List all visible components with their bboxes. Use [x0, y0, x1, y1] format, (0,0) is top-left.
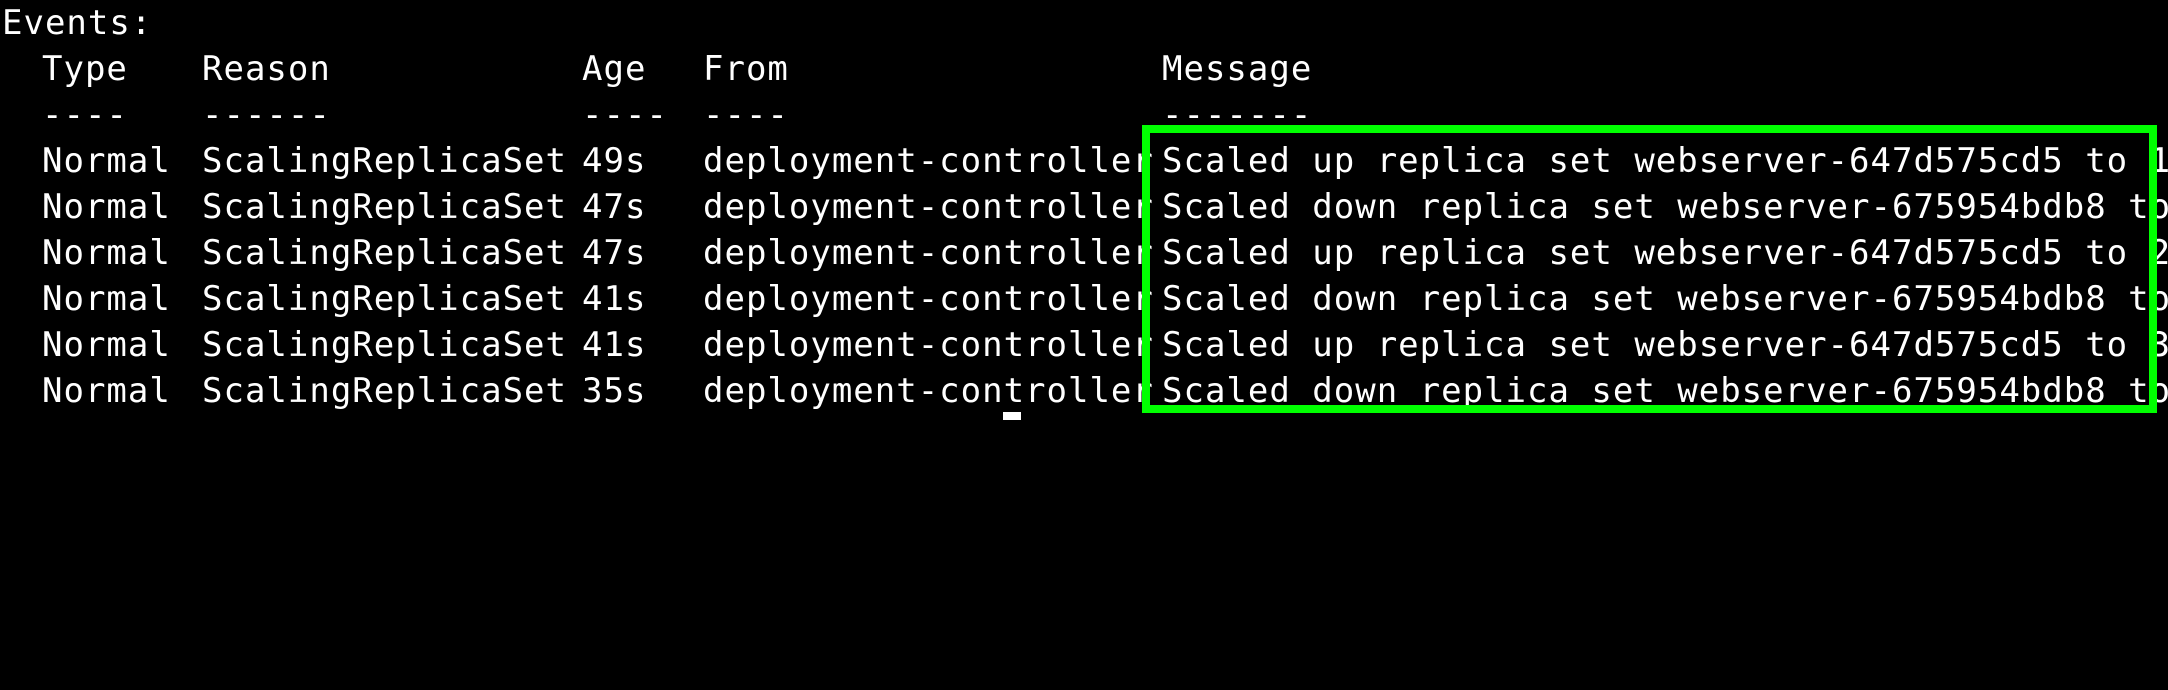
event-type: Normal: [42, 141, 171, 181]
event-type: Normal: [42, 325, 171, 365]
event-reason: ScalingReplicaSet: [202, 141, 567, 181]
event-message: Scaled down replica set webserver-675954…: [1162, 279, 2168, 319]
event-reason: ScalingReplicaSet: [202, 279, 567, 319]
events-label-line: Events:: [0, 0, 151, 46]
event-from: deployment-controller: [703, 233, 1154, 273]
event-from: deployment-controller: [703, 187, 1154, 227]
event-message: Scaled down replica set webserver-675954…: [1162, 187, 2168, 227]
event-age: 47s: [582, 187, 647, 227]
event-from: deployment-controller: [703, 371, 1154, 411]
event-age: 47s: [582, 233, 647, 273]
event-message: Scaled up replica set webserver-647d575c…: [1162, 233, 2168, 273]
table-row: Normal ScalingReplicaSet 49s deployment-…: [0, 138, 2168, 184]
event-message: Scaled down replica set webserver-675954…: [1162, 371, 2168, 411]
separator-age: ----: [582, 95, 668, 135]
event-type: Normal: [42, 371, 171, 411]
table-row: Normal ScalingReplicaSet 41s deployment-…: [0, 322, 2168, 368]
separator-reason: ------: [202, 95, 331, 135]
separator-type: ----: [42, 95, 128, 135]
event-age: 49s: [582, 141, 647, 181]
event-from: deployment-controller: [703, 325, 1154, 365]
event-message: Scaled up replica set webserver-647d575c…: [1162, 141, 2168, 181]
event-reason: ScalingReplicaSet: [202, 371, 567, 411]
header-message: Message: [1162, 49, 1313, 89]
table-separator-row: ---- ------ ---- ---- -------: [0, 92, 1311, 138]
header-from: From: [703, 49, 789, 89]
separator-from: ----: [703, 95, 789, 135]
event-reason: ScalingReplicaSet: [202, 325, 567, 365]
header-reason: Reason: [202, 49, 331, 89]
table-row: Normal ScalingReplicaSet 41s deployment-…: [0, 276, 2168, 322]
event-message: Scaled up replica set webserver-647d575c…: [1162, 325, 2168, 365]
event-type: Normal: [42, 187, 171, 227]
table-row: Normal ScalingReplicaSet 35s deployment-…: [0, 368, 2168, 414]
event-age: 35s: [582, 371, 647, 411]
event-type: Normal: [42, 279, 171, 319]
terminal-cursor: [1003, 412, 1021, 420]
event-type: Normal: [42, 233, 171, 273]
events-label: Events:: [2, 3, 153, 43]
table-header-row: Type Reason Age From Message: [0, 46, 1311, 92]
header-age: Age: [582, 49, 647, 89]
event-age: 41s: [582, 325, 647, 365]
event-from: deployment-controller: [703, 141, 1154, 181]
event-age: 41s: [582, 279, 647, 319]
event-reason: ScalingReplicaSet: [202, 233, 567, 273]
event-from: deployment-controller: [703, 279, 1154, 319]
table-row: Normal ScalingReplicaSet 47s deployment-…: [0, 184, 2168, 230]
terminal-window[interactable]: Events: Type Reason Age From Message ---…: [0, 0, 2168, 420]
separator-message: -------: [1162, 95, 1313, 135]
header-type: Type: [42, 49, 128, 89]
table-row: Normal ScalingReplicaSet 47s deployment-…: [0, 230, 2168, 276]
event-reason: ScalingReplicaSet: [202, 187, 567, 227]
